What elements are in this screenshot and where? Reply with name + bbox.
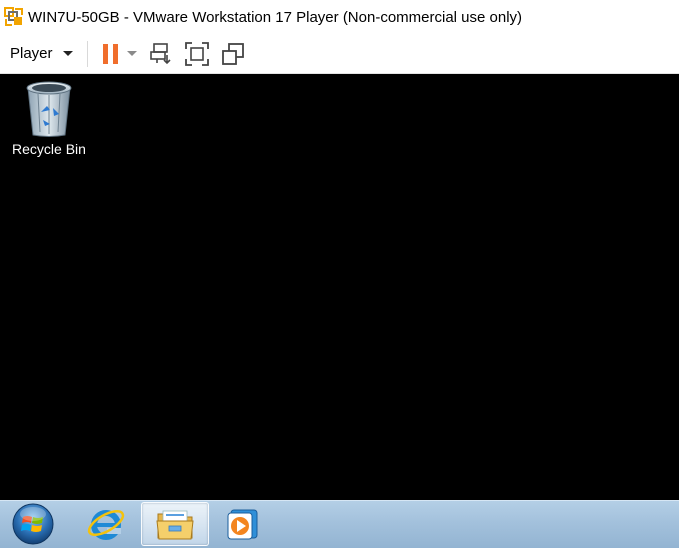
- ctrl-alt-del-icon: [149, 42, 171, 64]
- toolbar-separator: [86, 40, 88, 67]
- internet-explorer-button[interactable]: [76, 502, 136, 546]
- windows-media-player-button[interactable]: [216, 502, 270, 546]
- chevron-down-icon: [126, 51, 137, 56]
- media-player-icon: [227, 509, 258, 540]
- vmware-player-window: WIN7U-50GB - VMware Workstation 17 Playe…: [0, 0, 679, 548]
- windows-explorer-button[interactable]: [141, 502, 209, 546]
- chevron-down-icon: [62, 51, 73, 56]
- unity-icon: [221, 42, 244, 65]
- vm-display[interactable]: Recycle Bin: [0, 74, 679, 500]
- player-menu-label: Player: [10, 45, 53, 62]
- unity-button[interactable]: [218, 39, 248, 69]
- windows-taskbar: [0, 500, 679, 548]
- window-title: WIN7U-50GB - VMware Workstation 17 Playe…: [28, 8, 523, 26]
- title-bar[interactable]: WIN7U-50GB - VMware Workstation 17 Playe…: [0, 0, 679, 34]
- toolbar: Player: [0, 34, 679, 74]
- send-ctrl-alt-del-button[interactable]: [146, 39, 176, 69]
- full-screen-button[interactable]: [182, 39, 212, 69]
- vmware-player-icon: [4, 7, 23, 26]
- start-button[interactable]: [8, 502, 58, 546]
- pause-button[interactable]: [100, 39, 122, 69]
- windows-start-orb-icon: [12, 503, 54, 545]
- internet-explorer-icon: [87, 509, 125, 540]
- pause-icon: [102, 43, 118, 64]
- fullscreen-icon: [184, 41, 209, 66]
- player-menu-button[interactable]: Player: [6, 39, 77, 69]
- folder-icon: [156, 510, 194, 540]
- recycle-bin-icon: [26, 81, 72, 137]
- desktop-icon-recycle-bin[interactable]: Recycle Bin: [6, 80, 92, 157]
- desktop-icon-label: Recycle Bin: [12, 141, 86, 157]
- pause-dropdown-button[interactable]: [124, 39, 140, 69]
